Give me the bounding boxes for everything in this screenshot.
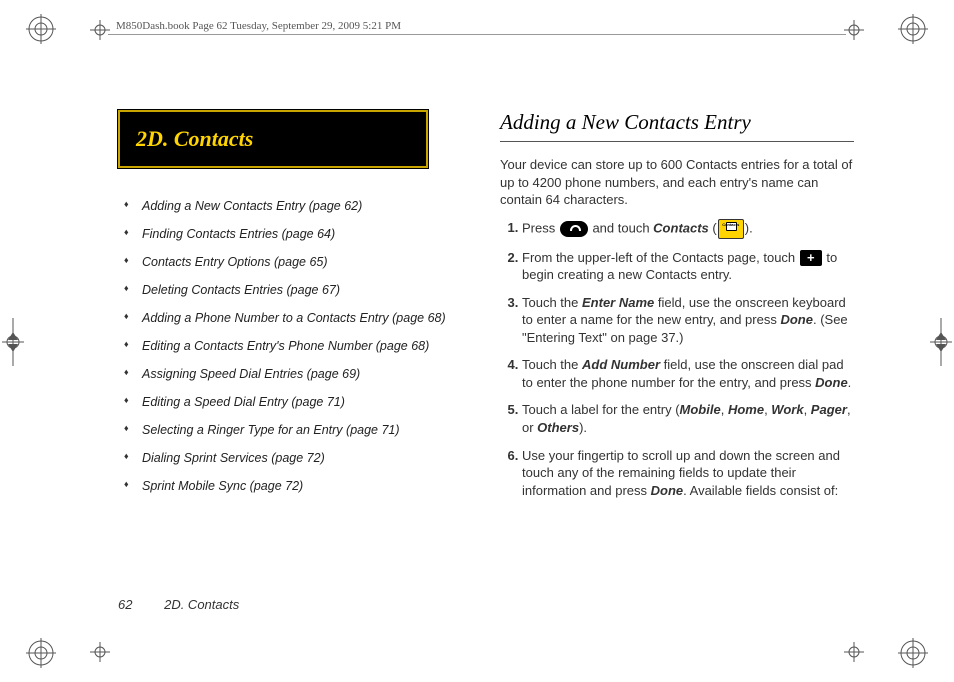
left-column: 2D. Contacts Adding a New Contacts Entry… (118, 110, 472, 622)
page-footer: 62 2D. Contacts (118, 597, 239, 612)
home-key-icon (560, 221, 588, 237)
toc-item: Adding a Phone Number to a Contacts Entr… (124, 304, 472, 332)
crop-mark-icon (844, 20, 864, 40)
step-item: Touch a label for the entry (Mobile, Hom… (522, 401, 854, 436)
crop-mark-icon (90, 20, 110, 40)
toc-item: Sprint Mobile Sync (page 72) (124, 472, 472, 500)
registration-mark-icon (26, 14, 56, 44)
heading: Adding a New Contacts Entry (500, 110, 854, 142)
crop-mark-icon (844, 642, 864, 662)
step-item: Use your fingertip to scroll up and down… (522, 447, 854, 500)
table-of-contents: Adding a New Contacts Entry (page 62) Fi… (124, 192, 472, 500)
header-rule (108, 34, 846, 35)
page-number: 62 (118, 597, 132, 612)
step-item: Touch the Add Number field, use the onsc… (522, 356, 854, 391)
toc-item: Editing a Speed Dial Entry (page 71) (124, 388, 472, 416)
registration-mark-icon (898, 14, 928, 44)
toc-item: Editing a Contacts Entry's Phone Number … (124, 332, 472, 360)
section-title: 2D. Contacts (136, 126, 253, 151)
toc-item: Assigning Speed Dial Entries (page 69) (124, 360, 472, 388)
intro-paragraph: Your device can store up to 600 Contacts… (500, 156, 854, 209)
toc-item: Selecting a Ringer Type for an Entry (pa… (124, 416, 472, 444)
toc-item: Contacts Entry Options (page 65) (124, 248, 472, 276)
step-item: Touch the Enter Name field, use the onsc… (522, 294, 854, 347)
section-header: 2D. Contacts (118, 110, 428, 168)
footer-title: 2D. Contacts (164, 597, 239, 612)
step-item: Press and touch Contacts (). (522, 219, 854, 239)
registration-mark-icon (26, 638, 56, 668)
crop-mark-icon (90, 642, 110, 662)
toc-item: Finding Contacts Entries (page 64) (124, 220, 472, 248)
crop-target-icon (2, 318, 24, 366)
contacts-app-icon (718, 219, 744, 239)
plus-icon: + (800, 250, 822, 266)
right-column: Adding a New Contacts Entry Your device … (500, 110, 854, 622)
steps-list: Press and touch Contacts (). From the up… (500, 219, 854, 500)
running-header: M850Dash.book Page 62 Tuesday, September… (116, 20, 401, 32)
crop-target-icon (930, 318, 952, 366)
toc-item: Deleting Contacts Entries (page 67) (124, 276, 472, 304)
registration-mark-icon (898, 638, 928, 668)
toc-item: Adding a New Contacts Entry (page 62) (124, 192, 472, 220)
step-item: From the upper-left of the Contacts page… (522, 249, 854, 284)
toc-item: Dialing Sprint Services (page 72) (124, 444, 472, 472)
